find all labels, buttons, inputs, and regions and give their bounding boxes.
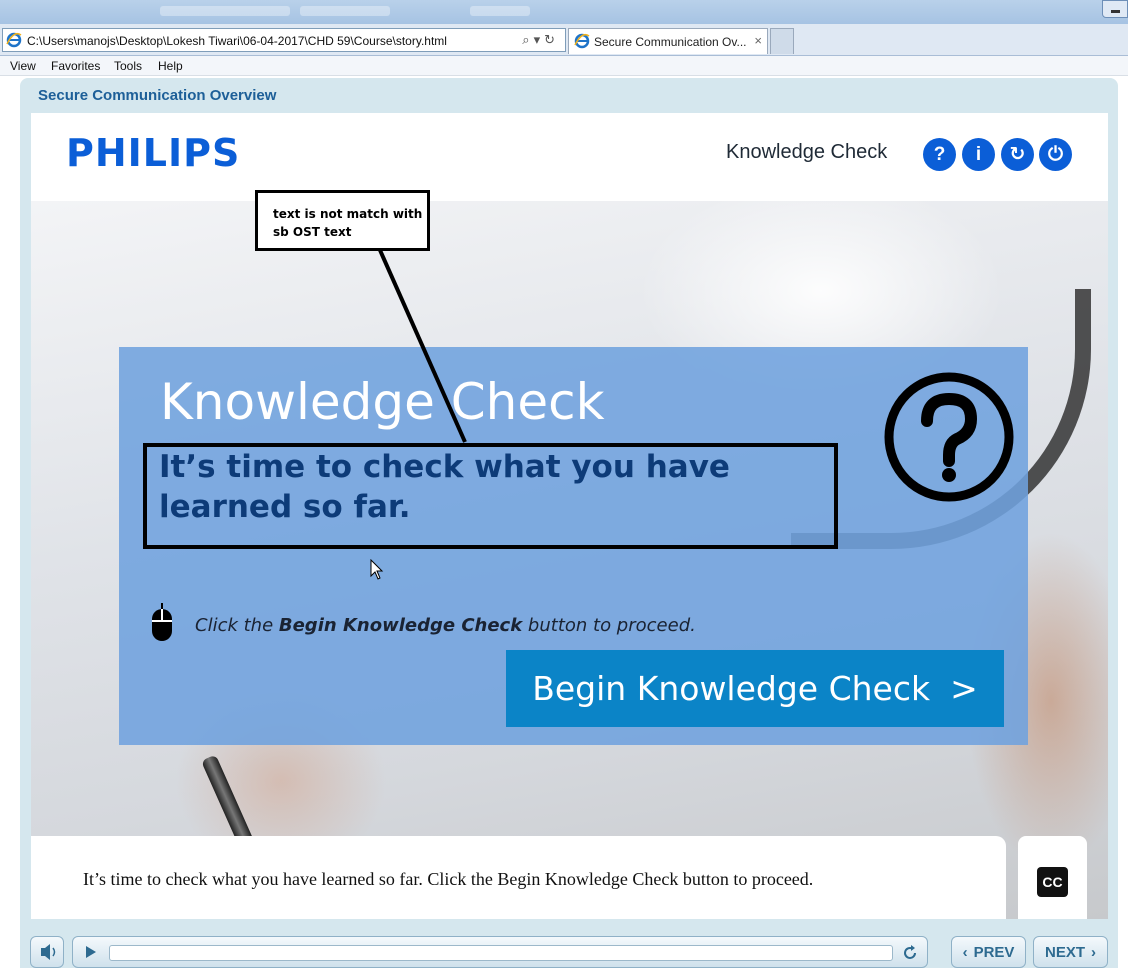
tab-close-icon[interactable]: × (754, 33, 762, 48)
ie-tab-icon (574, 33, 590, 49)
course-player: Secure Communication Overview PHILIPS Kn… (20, 78, 1118, 968)
address-tools[interactable]: ⌕▾↻ (522, 32, 559, 48)
annotation-callout: text is not match with sb OST text (255, 190, 430, 251)
next-label: NEXT (1044, 943, 1085, 961)
slide: PHILIPS Knowledge Check ? i ↻ ⏻ Knowledg… (31, 113, 1108, 919)
seek-bar[interactable] (109, 945, 893, 961)
annotation-line-2: sb OST text (273, 225, 352, 239)
speaker-icon (41, 944, 56, 960)
refresh-icon[interactable]: ↻ (544, 32, 559, 47)
chevron-right-icon: › (1091, 943, 1096, 961)
address-bar[interactable]: C:\Users\manojs\Desktop\Lokesh Tiwari\06… (2, 28, 566, 52)
annotation-text: text is not match with sb OST text (273, 205, 422, 241)
window-titlebar (0, 0, 1128, 24)
minimize-button[interactable] (1102, 0, 1128, 18)
menu-bar: View Favorites Tools Help (0, 56, 1128, 76)
play-icon[interactable] (83, 944, 99, 960)
prev-label: PREV (973, 943, 1015, 961)
browser-tab[interactable]: Secure Communication Ov... × (568, 28, 768, 54)
ie-page-icon (6, 32, 22, 48)
prev-button[interactable]: ‹ PREV (951, 936, 1026, 968)
menu-favorites[interactable]: Favorites (51, 59, 100, 73)
menu-view[interactable]: View (10, 59, 36, 73)
annotation-highlight-frame (143, 443, 838, 549)
closed-caption-button[interactable]: CC (1037, 867, 1068, 897)
annotation-line-1: text is not match with (273, 207, 423, 221)
browser-toolbar: C:\Users\manojs\Desktop\Lokesh Tiwari\06… (0, 24, 1128, 56)
next-button[interactable]: NEXT › (1033, 936, 1108, 968)
search-icon[interactable]: ⌕ (522, 32, 533, 47)
replay-icon[interactable] (901, 944, 919, 962)
seek-bar-container (72, 936, 928, 968)
mouse-cursor-icon (370, 559, 384, 580)
player-controls: ‹ PREV NEXT › (20, 930, 1118, 968)
dropdown-icon[interactable]: ▾ (534, 32, 545, 47)
titlebar-ghost-text (160, 6, 290, 16)
cc-panel: CC (1018, 836, 1087, 919)
course-title: Secure Communication Overview (38, 87, 277, 104)
new-tab-button[interactable] (770, 28, 794, 54)
tab-title: Secure Communication Ov... (594, 35, 747, 49)
titlebar-ghost-text (300, 6, 390, 16)
caption-text: It’s time to check what you have learned… (83, 869, 814, 889)
menu-help[interactable]: Help (158, 59, 183, 73)
caption-bar: It’s time to check what you have learned… (31, 836, 1006, 919)
menu-tools[interactable]: Tools (114, 59, 142, 73)
titlebar-ghost-text (470, 6, 530, 16)
volume-button[interactable] (30, 936, 64, 968)
address-text: C:\Users\manojs\Desktop\Lokesh Tiwari\06… (27, 34, 447, 48)
chevron-left-icon: ‹ (962, 943, 968, 961)
